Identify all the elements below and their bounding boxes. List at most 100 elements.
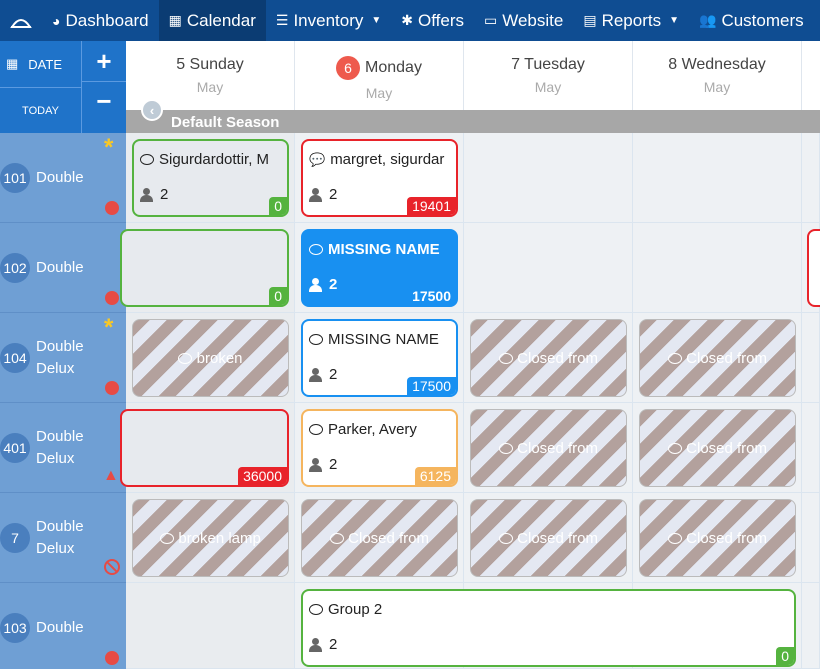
closed-block[interactable]: Closed from bbox=[301, 499, 458, 577]
closed-block[interactable]: Closed from bbox=[639, 409, 796, 487]
zoom-out-button[interactable]: − bbox=[82, 81, 126, 121]
closed-block[interactable]: Closed from bbox=[470, 409, 627, 487]
status-dot-icon bbox=[105, 651, 119, 665]
nav-customers[interactable]: 👥 Customers bbox=[689, 0, 814, 41]
price-badge: 17500 bbox=[407, 287, 456, 305]
room-row-103[interactable]: 103 Double bbox=[0, 583, 126, 669]
booking-card[interactable]: Sigurdardottir, M 2 0 bbox=[132, 139, 289, 217]
guest-count: 2 bbox=[160, 186, 169, 203]
closed-block[interactable]: broken lamp bbox=[132, 499, 289, 577]
guest-count: 2 bbox=[329, 366, 338, 383]
today-button[interactable]: TODAY bbox=[0, 87, 82, 133]
person-icon bbox=[309, 367, 323, 382]
nav-label: Inventory bbox=[293, 10, 364, 30]
logo-icon[interactable] bbox=[0, 0, 42, 41]
nav-label: Website bbox=[502, 10, 564, 30]
booking-card[interactable]: Parker, Avery 2 6125 bbox=[301, 409, 458, 487]
guest-name: margret, sigurdar bbox=[330, 151, 445, 168]
guest-name: Sigurdardottir, M bbox=[159, 151, 270, 168]
guest-name: MISSING NAME bbox=[328, 331, 439, 348]
month-name: May bbox=[534, 79, 562, 95]
day-name: 5 Sunday bbox=[176, 56, 244, 73]
dashboard-icon: ◕ bbox=[52, 12, 61, 29]
day-header[interactable]: 7 Tuesday May bbox=[464, 41, 633, 110]
day-header[interactable]: 6 Monday May bbox=[295, 41, 464, 110]
grid-cell[interactable] bbox=[802, 403, 820, 493]
grid-cell[interactable] bbox=[633, 223, 802, 313]
person-icon bbox=[309, 457, 323, 472]
nav-label: Reports bbox=[601, 10, 662, 30]
nav-inventory[interactable]: ☰ Inventory ▼ bbox=[266, 0, 391, 41]
guest-count: 2 bbox=[329, 636, 338, 653]
booking-card[interactable]: 36000 bbox=[120, 409, 289, 487]
price-badge: 17500 bbox=[407, 377, 456, 395]
nav-calendar[interactable]: ▦ Calendar bbox=[158, 0, 266, 41]
grid-cell[interactable] bbox=[126, 583, 295, 669]
nav-reports[interactable]: ▤ Reports ▼ bbox=[573, 0, 689, 41]
day-name: Monday bbox=[365, 59, 422, 76]
database-icon: ☰ bbox=[275, 12, 289, 28]
closed-label: broken lamp bbox=[178, 529, 261, 547]
booking-card[interactable]: MISSING NAME 2 17500 bbox=[301, 319, 458, 397]
day-header-partial[interactable] bbox=[802, 41, 820, 110]
closed-block[interactable]: Closed from bbox=[639, 319, 796, 397]
guest-name: Parker, Avery bbox=[328, 421, 417, 438]
nav-label: Offers bbox=[418, 10, 464, 30]
calendar-icon: ▦ bbox=[168, 12, 182, 28]
nav-label: Dashboard bbox=[65, 10, 149, 30]
closed-block[interactable]: Closed from bbox=[639, 499, 796, 577]
room-type: Double Delux bbox=[36, 338, 84, 377]
closed-label: Closed from bbox=[686, 349, 768, 367]
comment-icon bbox=[160, 532, 175, 544]
comment-icon bbox=[498, 532, 513, 544]
month-name: May bbox=[196, 79, 224, 95]
grid-cell[interactable] bbox=[633, 133, 802, 223]
guest-name: Group 2 bbox=[328, 601, 383, 618]
room-type: Double Delux bbox=[36, 518, 84, 557]
date-picker-button[interactable]: ▦ DATE bbox=[0, 41, 82, 87]
grid-cell[interactable] bbox=[802, 493, 820, 583]
room-row-7[interactable]: 7 Double Delux bbox=[0, 493, 126, 583]
guest-name: MISSING NAME bbox=[328, 241, 440, 258]
room-row-102[interactable]: 102 Double bbox=[0, 223, 126, 313]
booking-card[interactable]: 0 bbox=[120, 229, 289, 307]
season-bar: Default Season bbox=[126, 110, 820, 135]
person-icon bbox=[140, 187, 154, 202]
closed-block[interactable]: Closed from bbox=[470, 319, 627, 397]
booking-card[interactable]: Group 2 2 0 bbox=[301, 589, 796, 667]
grid-cell[interactable] bbox=[802, 583, 820, 669]
nav-dashboard[interactable]: ◕ Dashboard bbox=[42, 0, 159, 41]
comment-icon bbox=[309, 604, 323, 615]
warning-icon: ▲ bbox=[103, 467, 119, 484]
day-name: 7 Tuesday bbox=[511, 56, 585, 73]
grid-cell[interactable] bbox=[802, 133, 820, 223]
comment-icon bbox=[498, 442, 513, 454]
star-icon: * bbox=[104, 314, 114, 341]
closed-block[interactable]: broken bbox=[132, 319, 289, 397]
chevron-left-icon[interactable]: ‹ bbox=[141, 99, 163, 121]
room-row-101[interactable]: 101 Double * bbox=[0, 133, 126, 223]
closed-label: broken bbox=[196, 349, 243, 367]
room-number: 104 bbox=[0, 343, 30, 373]
chevron-down-icon: ▼ bbox=[371, 15, 382, 26]
day-header[interactable]: 8 Wednesday May bbox=[633, 41, 802, 110]
room-number: 103 bbox=[0, 613, 30, 643]
room-number: 101 bbox=[0, 163, 30, 193]
nav-offers[interactable]: ✱ Offers bbox=[391, 0, 474, 41]
grid-cell[interactable] bbox=[802, 313, 820, 403]
closed-label: Closed from bbox=[686, 439, 768, 457]
booking-card[interactable]: 💬 margret, sigurdar 2 19401 bbox=[301, 139, 458, 217]
nav-website[interactable]: ▭ Website bbox=[474, 0, 573, 41]
booking-card[interactable]: MISSING NAME 2 17500 bbox=[301, 229, 458, 307]
grid-cell[interactable] bbox=[464, 223, 633, 313]
room-type: Double bbox=[36, 169, 84, 186]
grid-cell[interactable] bbox=[464, 133, 633, 223]
status-dot-icon bbox=[105, 201, 119, 215]
booking-card-partial[interactable] bbox=[807, 229, 820, 307]
room-row-401[interactable]: 401 Double Delux ▲ bbox=[0, 403, 126, 493]
room-row-104[interactable]: 104 Double Delux * bbox=[0, 313, 126, 403]
monitor-icon: ▭ bbox=[484, 12, 498, 28]
closed-block[interactable]: Closed from bbox=[470, 499, 627, 577]
room-number: 7 bbox=[0, 523, 30, 553]
zoom-in-button[interactable]: + bbox=[82, 41, 126, 81]
